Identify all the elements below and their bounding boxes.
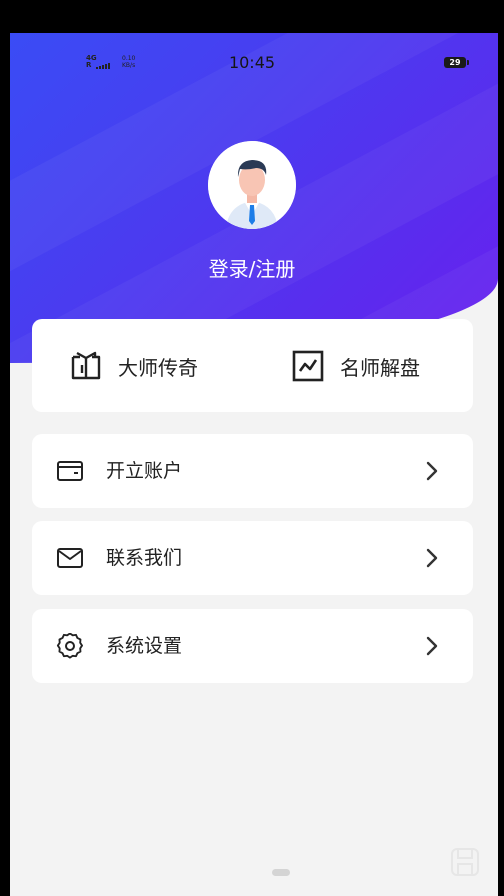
- save-icon[interactable]: [450, 847, 480, 877]
- chart-icon: [292, 350, 324, 382]
- book-icon: [71, 351, 101, 380]
- avatar[interactable]: [208, 141, 296, 229]
- chevron-right-icon: [426, 636, 438, 656]
- menu-item-system-settings[interactable]: 系统设置: [32, 609, 473, 683]
- home-indicator[interactable]: [272, 869, 290, 876]
- status-time: 10:45: [228, 53, 276, 72]
- chevron-right-icon: [426, 461, 438, 481]
- wallet-icon: [57, 461, 83, 481]
- app-screen: 4G R 0.10 KB/s 10:45 29 登录/注册 大师传奇 名师解盘 …: [10, 33, 498, 896]
- battery-level: 29: [449, 58, 461, 67]
- profile-header: 4G R 0.10 KB/s 10:45 29 登录/注册: [10, 33, 498, 363]
- user-avatar-icon: [208, 141, 296, 229]
- menu-item-contact-us[interactable]: 联系我们: [32, 521, 473, 595]
- gear-icon: [56, 633, 83, 659]
- quick-actions-card: 大师传奇 名师解盘: [32, 319, 473, 412]
- login-register-link[interactable]: 登录/注册: [10, 253, 494, 282]
- quick-action-teacher-analysis[interactable]: 名师解盘: [292, 349, 420, 383]
- menu-item-open-account[interactable]: 开立账户: [32, 434, 473, 508]
- menu-item-label: 系统设置: [106, 635, 183, 657]
- chevron-right-icon: [426, 548, 438, 568]
- menu-item-label: 联系我们: [106, 547, 183, 569]
- mail-icon: [57, 548, 83, 568]
- menu-item-label: 开立账户: [106, 460, 183, 482]
- quick-action-master-legend[interactable]: 大师传奇: [70, 349, 198, 383]
- status-bar: 4G R 0.10 KB/s 10:45 29: [10, 51, 498, 75]
- battery-icon: 29: [444, 57, 469, 68]
- quick-action-label: 名师解盘: [340, 355, 420, 380]
- quick-action-label: 大师传奇: [118, 355, 198, 380]
